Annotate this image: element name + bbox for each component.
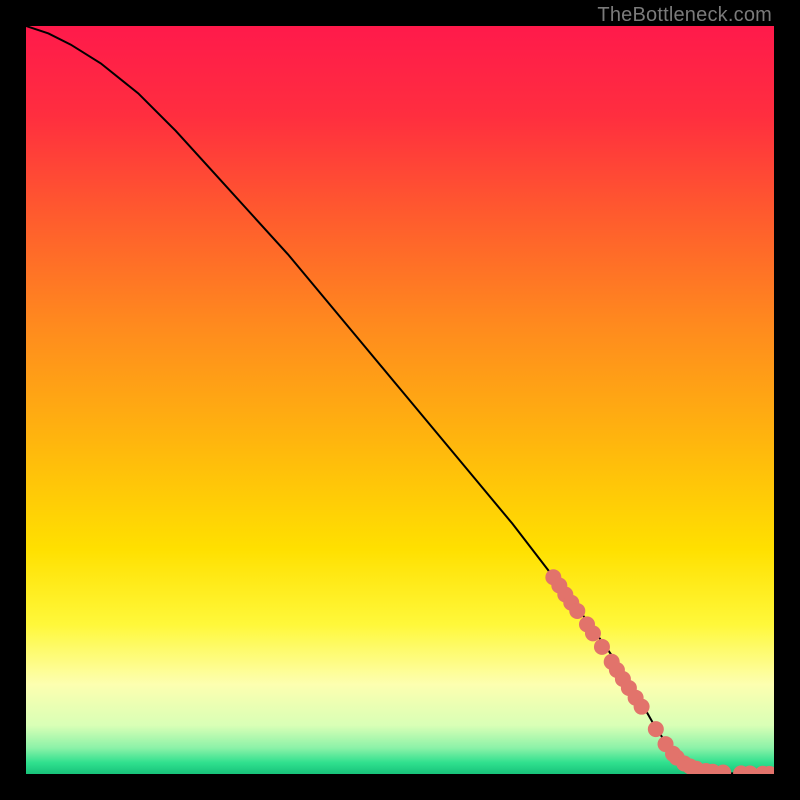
chart-marker [634,699,650,715]
chart-marker [569,603,585,619]
chart-background [26,26,774,774]
watermark-label: TheBottleneck.com [597,4,772,27]
chart-svg [26,26,774,774]
chart-marker [594,639,610,655]
chart-marker [585,625,601,641]
chart-frame [26,26,774,774]
chart-marker [648,721,664,737]
